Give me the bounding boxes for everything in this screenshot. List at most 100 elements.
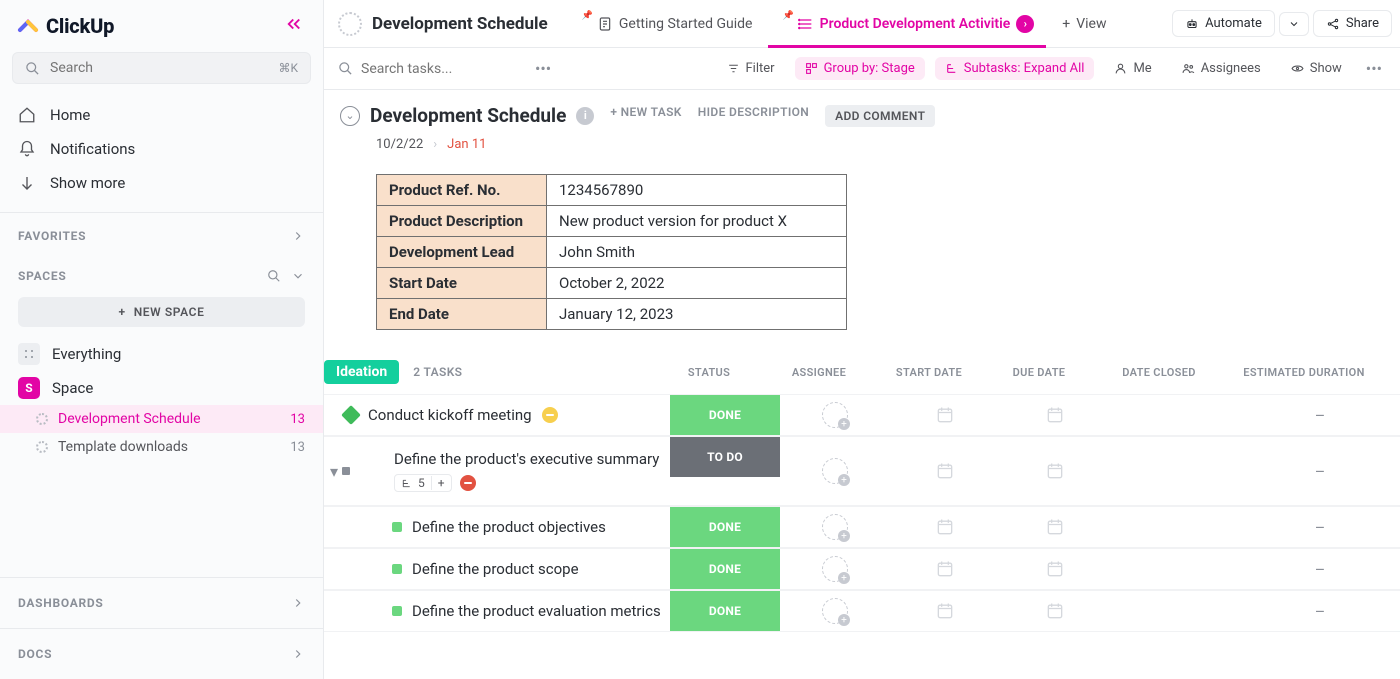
docs-section[interactable]: DOCS <box>0 628 323 679</box>
chevron-down-icon[interactable] <box>291 269 305 283</box>
add-comment-button[interactable]: ADD COMMENT <box>825 105 935 127</box>
info-label: Product Description <box>377 206 547 237</box>
show-button[interactable]: Show <box>1281 57 1352 80</box>
expand-toggle[interactable]: ▾ <box>324 462 350 481</box>
circle-arrow-icon[interactable]: › <box>1016 15 1034 33</box>
col-due[interactable]: DUE DATE <box>984 366 1094 379</box>
search-tasks[interactable] <box>338 61 521 77</box>
assignees-button[interactable]: Assignees <box>1172 57 1271 80</box>
start-date-cell[interactable] <box>890 405 1000 425</box>
spaces-header[interactable]: SPACES <box>0 253 323 293</box>
subtask-count-chip[interactable]: 5 + <box>394 474 452 492</box>
list-development-schedule[interactable]: Development Schedule 13 <box>0 405 323 433</box>
due-date-cell[interactable] <box>1000 559 1110 579</box>
calendar-icon <box>1045 405 1065 425</box>
priority-badge[interactable] <box>460 475 476 491</box>
start-date-cell[interactable] <box>890 559 1000 579</box>
search-icon[interactable] <box>267 269 281 283</box>
subtasks-button[interactable]: Subtasks: Expand All <box>935 57 1095 80</box>
list-template-downloads[interactable]: Template downloads 13 <box>0 433 323 461</box>
logo-text: ClickUp <box>46 14 114 38</box>
more-options-button[interactable]: ••• <box>531 55 555 82</box>
nav-home[interactable]: Home <box>0 98 323 132</box>
calendar-icon <box>1045 461 1065 481</box>
hide-description-button[interactable]: HIDE DESCRIPTION <box>698 105 809 127</box>
space-item[interactable]: S Space <box>0 371 323 405</box>
task-row[interactable]: Define the product objectives DONE – <box>324 506 1400 548</box>
add-view-button[interactable]: + View <box>1050 0 1118 47</box>
me-button[interactable]: Me <box>1104 57 1161 80</box>
task-row[interactable]: Conduct kickoff meeting DONE – <box>324 394 1400 436</box>
new-space-button[interactable]: + NEW SPACE <box>18 297 305 327</box>
collapse-doc-button[interactable]: ⌄ <box>340 106 360 126</box>
due-date-cell[interactable] <box>1000 601 1110 621</box>
new-task-button[interactable]: + NEW TASK <box>610 105 681 127</box>
search-tasks-input[interactable] <box>361 61 521 77</box>
task-row[interactable]: ▾ Define the product's executive summary… <box>324 436 1400 506</box>
automate-dropdown[interactable] <box>1279 12 1309 36</box>
assignee-cell[interactable] <box>780 514 890 540</box>
assignee-cell[interactable] <box>780 402 890 428</box>
share-icon <box>1326 17 1340 31</box>
info-icon[interactable]: i <box>576 107 594 125</box>
favorites-header[interactable]: FAVORITES <box>0 213 323 253</box>
logo[interactable]: ClickUp <box>16 14 114 38</box>
tab-activities[interactable]: 📌 Product Development Activitie › <box>768 0 1046 47</box>
nav-show-more-label: Show more <box>50 174 125 192</box>
due-date-cell[interactable] <box>1000 461 1110 481</box>
priority-badge[interactable] <box>542 407 558 423</box>
task-count: 2 TASKS <box>413 365 462 379</box>
info-label: Product Ref. No. <box>377 175 547 206</box>
assignee-cell[interactable] <box>780 598 890 624</box>
status-cell[interactable]: DONE <box>670 591 780 631</box>
col-closed[interactable]: DATE CLOSED <box>1094 366 1224 379</box>
collapse-sidebar-button[interactable] <box>285 15 303 37</box>
robot-icon <box>1185 17 1199 31</box>
nav-show-more[interactable]: Show more <box>0 166 323 200</box>
group-by-button[interactable]: Group by: Stage <box>795 57 925 80</box>
dashboards-section[interactable]: DASHBOARDS <box>0 577 323 628</box>
col-duration[interactable]: ESTIMATED DURATION <box>1224 366 1384 379</box>
date-due[interactable]: Jan 11 <box>447 137 486 152</box>
doc-header: ⌄ Development Schedule i + NEW TASK HIDE… <box>324 90 1400 330</box>
start-date-cell[interactable] <box>890 517 1000 537</box>
start-date-cell[interactable] <box>890 461 1000 481</box>
task-title: Conduct kickoff meeting <box>368 406 532 424</box>
sidebar-search[interactable]: ⌘K <box>12 52 311 84</box>
duration-cell[interactable]: – <box>1240 462 1400 481</box>
space-everything[interactable]: Everything <box>0 337 323 371</box>
duration-cell[interactable]: – <box>1240 560 1400 579</box>
person-icon <box>1114 62 1127 75</box>
chevron-right-icon: › <box>433 137 437 152</box>
col-assignee[interactable]: ASSIGNEE <box>764 366 874 379</box>
info-table: Product Ref. No.1234567890 Product Descr… <box>376 174 847 330</box>
status-cell[interactable]: TO DO <box>670 437 780 477</box>
share-button[interactable]: Share <box>1313 10 1392 37</box>
task-row[interactable]: Define the product scope DONE – <box>324 548 1400 590</box>
start-date-cell[interactable] <box>890 601 1000 621</box>
tab-getting-started[interactable]: 📌 Getting Started Guide <box>568 0 765 47</box>
col-status[interactable]: STATUS <box>654 366 764 379</box>
nav-notifications[interactable]: Notifications <box>0 132 323 166</box>
due-date-cell[interactable] <box>1000 405 1110 425</box>
duration-cell[interactable]: – <box>1240 518 1400 537</box>
status-cell[interactable]: DONE <box>670 549 780 589</box>
list-icon <box>36 413 48 425</box>
duration-cell[interactable]: – <box>1240 406 1400 425</box>
toolbar-more-button[interactable]: ••• <box>1362 55 1386 82</box>
automate-button[interactable]: Automate <box>1172 10 1275 37</box>
assignee-cell[interactable] <box>780 458 890 484</box>
col-start[interactable]: START DATE <box>874 366 984 379</box>
due-date-cell[interactable] <box>1000 517 1110 537</box>
filter-button[interactable]: Filter <box>717 57 785 80</box>
date-created[interactable]: 10/2/22 <box>376 137 423 152</box>
status-cell[interactable]: DONE <box>670 395 780 435</box>
stage-badge[interactable]: Ideation <box>324 360 399 384</box>
task-row[interactable]: Define the product evaluation metrics DO… <box>324 590 1400 632</box>
status-cell[interactable]: DONE <box>670 507 780 547</box>
add-subtask-button[interactable]: + <box>431 476 445 490</box>
assignee-cell[interactable] <box>780 556 890 582</box>
info-value: New product version for product X <box>547 206 847 237</box>
duration-cell[interactable]: – <box>1240 602 1400 621</box>
sidebar-search-input[interactable] <box>50 60 268 76</box>
